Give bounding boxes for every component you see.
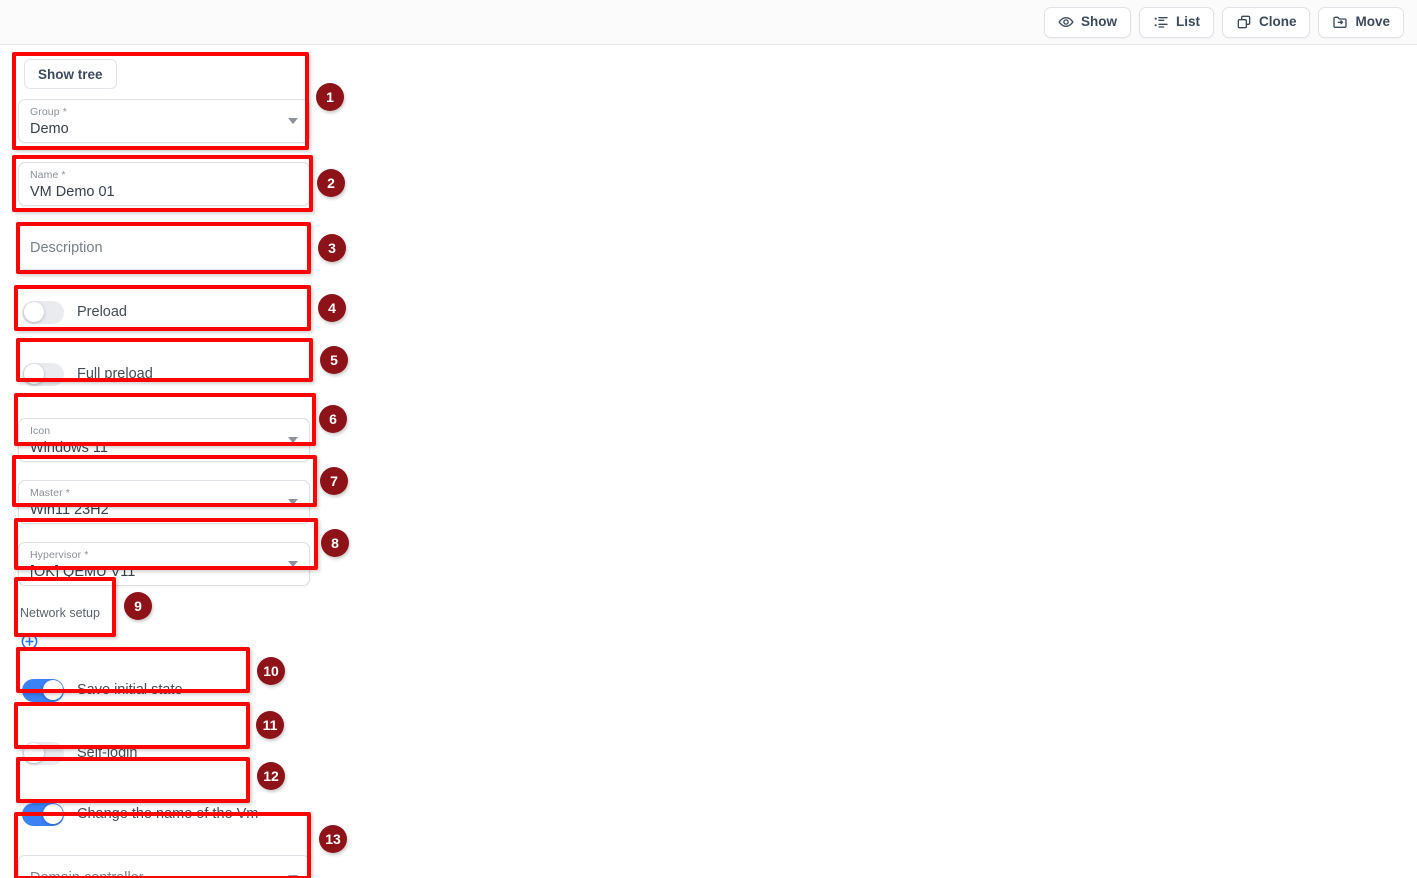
- annotation-badge-5: 5: [320, 346, 348, 374]
- chevron-down-icon[interactable]: [288, 118, 298, 124]
- full-preload-label: Full preload: [77, 366, 153, 382]
- name-value: VM Demo 01: [30, 184, 115, 200]
- network-setup: Network setup: [18, 603, 310, 656]
- annotation-badge-4: 4: [318, 294, 346, 322]
- icon-label: Icon: [30, 425, 51, 437]
- save-initial-state-switch[interactable]: [22, 678, 64, 702]
- annotation-badge-2: 2: [317, 169, 345, 197]
- eye-icon: [1058, 14, 1074, 30]
- preload-switch[interactable]: [22, 300, 64, 324]
- clone-icon: [1236, 14, 1252, 30]
- hypervisor-value: [OK] QEMU V11: [30, 564, 136, 580]
- app-root: Show List Clone Move Show tree Group * D…: [0, 0, 1417, 878]
- chevron-down-icon[interactable]: [288, 437, 298, 443]
- group-section: Show tree Group * Demo: [18, 52, 310, 143]
- annotation-badge-8: 8: [321, 529, 349, 557]
- annotation-badge-9: 9: [124, 592, 152, 620]
- hypervisor-label: Hypervisor *: [30, 549, 89, 561]
- clone-button-label: Clone: [1258, 14, 1297, 30]
- hypervisor-field[interactable]: Hypervisor * [OK] QEMU V11: [18, 542, 310, 586]
- preload-toggle[interactable]: Preload: [18, 296, 310, 328]
- self-login-switch[interactable]: [22, 741, 64, 765]
- preload-label: Preload: [77, 304, 127, 320]
- annotation-badge-3: 3: [318, 234, 346, 262]
- switch-knob: [23, 364, 44, 384]
- chevron-down-icon[interactable]: [288, 561, 298, 567]
- vm-form: Show tree Group * Demo Name * VM Demo 01…: [18, 52, 310, 878]
- group-label: Group *: [30, 106, 67, 118]
- change-vm-name-switch[interactable]: [22, 802, 64, 826]
- annotation-badge-12: 12: [257, 762, 285, 790]
- master-label: Master *: [30, 487, 70, 499]
- domain-controller-placeholder: Domain controller: [30, 869, 144, 878]
- group-field[interactable]: Group * Demo: [18, 99, 310, 143]
- clone-button[interactable]: Clone: [1221, 6, 1311, 38]
- switch-knob: [23, 743, 44, 763]
- show-tree-label: Show tree: [38, 66, 103, 82]
- move-button[interactable]: Move: [1318, 6, 1404, 38]
- name-field[interactable]: Name * VM Demo 01: [18, 162, 310, 206]
- change-vm-name-label: Change the name of the Vm: [77, 806, 259, 822]
- icon-field[interactable]: Icon Windows 11: [18, 418, 310, 462]
- master-value: Win11 23H2: [30, 502, 109, 518]
- annotation-badge-1: 1: [316, 83, 344, 111]
- annotation-badge-6: 6: [319, 405, 347, 433]
- annotation-badge-11: 11: [256, 711, 284, 739]
- show-tree-button[interactable]: Show tree: [24, 59, 117, 89]
- description-placeholder: Description: [30, 239, 103, 256]
- switch-knob: [23, 302, 44, 322]
- self-login-label: Self-login: [77, 745, 138, 761]
- list-icon: [1153, 14, 1169, 30]
- switch-knob: [42, 680, 63, 700]
- network-setup-label: Network setup: [20, 606, 100, 620]
- save-initial-state-label: Save initial state: [77, 682, 183, 698]
- full-preload-toggle[interactable]: Full preload: [18, 358, 310, 390]
- chevron-down-icon[interactable]: [288, 499, 298, 505]
- network-add-button[interactable]: [20, 632, 310, 656]
- chevron-down-icon[interactable]: [288, 874, 298, 878]
- change-vm-name-toggle[interactable]: Change the name of the Vm: [18, 798, 310, 830]
- annotation-badge-10: 10: [257, 657, 285, 685]
- plus-circle-icon[interactable]: [20, 633, 39, 655]
- icon-value: Windows 11: [30, 440, 108, 456]
- master-field[interactable]: Master * Win11 23H2: [18, 480, 310, 524]
- annotation-badge-13: 13: [319, 825, 347, 853]
- annotation-badge-7: 7: [320, 467, 348, 495]
- full-preload-switch[interactable]: [22, 362, 64, 386]
- list-button[interactable]: List: [1138, 6, 1214, 38]
- top-toolbar: Show List Clone Move: [0, 0, 1417, 45]
- name-label: Name *: [30, 169, 66, 181]
- domain-controller-field[interactable]: Domain controller: [18, 855, 310, 878]
- folder-move-icon: [1332, 14, 1348, 30]
- group-value: Demo: [30, 121, 69, 137]
- show-button-label: Show: [1080, 14, 1117, 30]
- list-button-label: List: [1175, 14, 1200, 30]
- show-button[interactable]: Show: [1043, 6, 1131, 38]
- switch-knob: [42, 804, 63, 824]
- description-field[interactable]: Description: [18, 225, 310, 270]
- move-button-label: Move: [1355, 14, 1390, 30]
